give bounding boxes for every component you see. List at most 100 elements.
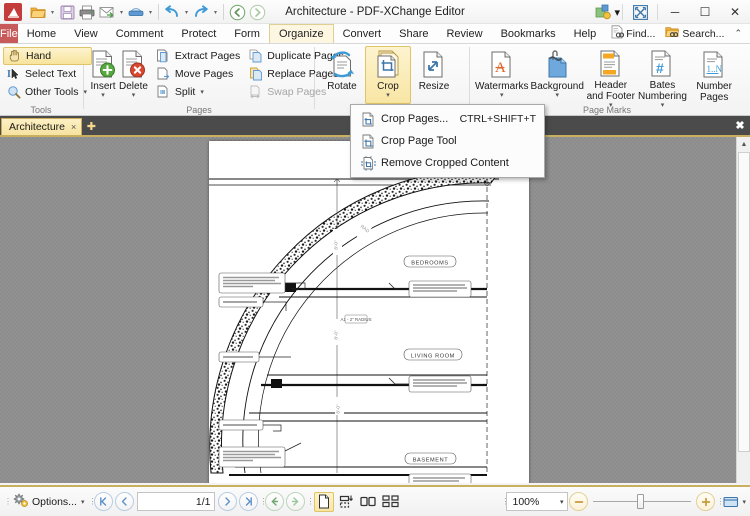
insert-page-icon	[89, 49, 117, 79]
plugins-icon[interactable]	[592, 2, 614, 22]
menu-item-bookmarks[interactable]: Bookmarks	[492, 24, 565, 43]
menu-item-help[interactable]: Help	[565, 24, 606, 43]
background-caret[interactable]: ▾	[555, 92, 559, 99]
page-number-input[interactable]: 1/1	[137, 492, 216, 511]
fit-page-caret[interactable]: ▾	[742, 498, 746, 506]
extract-pages-item[interactable]: Extract Pages	[153, 47, 245, 65]
close-document-button[interactable]: ✖	[730, 116, 750, 135]
menu-item-file[interactable]: File	[0, 24, 18, 43]
find-button[interactable]: Find...	[605, 25, 660, 42]
menu-item-convert[interactable]: Convert	[334, 24, 391, 43]
menu-item-form[interactable]: Form	[225, 24, 269, 43]
new-tab-button[interactable]: ✚	[82, 118, 100, 135]
gear-icon	[13, 493, 29, 511]
title-bar: ▾ ▾ ▾ ▾ ▾ Architecture - PDF-XChange Edi…	[0, 0, 750, 24]
svg-text:8'-0": 8'-0"	[336, 404, 341, 414]
menu-item-view[interactable]: View	[65, 24, 107, 43]
zoom-level-input[interactable]: 100% ▾	[506, 492, 569, 511]
zoom-in-button[interactable]	[696, 492, 716, 511]
replace-pages-icon	[248, 67, 263, 82]
split-caret[interactable]: ▾	[200, 88, 204, 96]
menu-item-organize[interactable]: Organize	[268, 24, 334, 43]
plugins-dropdown-caret[interactable]: ▾	[614, 6, 620, 19]
fit-page-button[interactable]	[721, 492, 741, 512]
background-button[interactable]: Background ▾	[530, 46, 585, 104]
delete-pages-button[interactable]: Delete ▾	[118, 46, 149, 104]
collapse-ribbon-button[interactable]: ⌃	[729, 28, 747, 39]
maximize-button[interactable]: ☐	[690, 0, 720, 24]
watermarks-button[interactable]: A Watermarks ▾	[474, 46, 530, 104]
close-button[interactable]: ✕	[720, 0, 750, 24]
tool-hand[interactable]: Hand	[3, 47, 93, 65]
header-footer-button[interactable]: Header and Footer ▾	[585, 46, 637, 109]
prev-page-button[interactable]	[115, 492, 135, 511]
menu-item-review[interactable]: Review	[437, 24, 491, 43]
resize-icon	[420, 49, 448, 79]
callout-right-3	[408, 473, 472, 483]
split-label: Split	[174, 86, 196, 98]
toolbar-grip-2[interactable]: ⋮	[88, 492, 96, 512]
document-view-area[interactable]: BEDROOMS LIVING ROOM BASEMENT 8'-0" 8'-0…	[0, 135, 750, 483]
insert-pages-label: Insert	[90, 81, 116, 92]
continuous-scroll-view-button[interactable]	[336, 492, 356, 512]
crop-icon	[373, 49, 403, 79]
resize-button[interactable]: Resize	[411, 46, 457, 104]
callout-left-3	[218, 351, 291, 363]
scrollbar-thumb[interactable]	[738, 152, 750, 452]
last-page-button[interactable]	[239, 492, 259, 511]
svg-text:8'-0": 8'-0"	[334, 240, 339, 250]
find-label: Find...	[626, 27, 656, 40]
menu-item-protect[interactable]: Protect	[172, 24, 225, 43]
tool-other-tools[interactable]: Other Tools ▾	[3, 83, 92, 101]
crop-caret[interactable]: ▾	[386, 92, 390, 99]
zoom-dropdown-caret[interactable]: ▾	[560, 498, 564, 506]
crop-button[interactable]: Crop ▾	[365, 46, 411, 104]
menu-item-comment[interactable]: Comment	[107, 24, 173, 43]
number-pages-button[interactable]: 1..N Number Pages	[688, 46, 740, 104]
move-pages-item[interactable]: Move Pages	[153, 65, 245, 83]
insert-pages-caret[interactable]: ▾	[101, 92, 105, 99]
first-page-button[interactable]	[94, 492, 114, 511]
crop-label: Crop	[377, 81, 399, 92]
navigate-forward-button[interactable]	[286, 492, 306, 511]
duplicate-pages-icon	[248, 49, 263, 64]
bates-numbering-label: Bates Numbering	[638, 80, 687, 102]
menu-crop-page-tool[interactable]: Crop Page Tool	[351, 130, 544, 152]
two-page-continuous-view-button[interactable]	[380, 492, 400, 512]
options-caret[interactable]: ▾	[81, 498, 85, 506]
menu-remove-cropped-content[interactable]: Remove Cropped Content	[351, 152, 544, 174]
menu-item-home[interactable]: Home	[18, 24, 65, 43]
watermarks-caret[interactable]: ▾	[500, 92, 504, 99]
toolbar-grip-3[interactable]: ⋮	[259, 492, 267, 512]
vertical-scrollbar[interactable]: ▲	[736, 137, 750, 483]
zoom-slider[interactable]	[593, 492, 692, 511]
toolbar-grip-4[interactable]: ⋮	[306, 492, 314, 512]
rotate-button[interactable]: Rotate	[319, 46, 365, 104]
menu-crop-pages[interactable]: Crop Pages... CTRL+SHIFT+T	[351, 108, 544, 130]
remove-cropped-content-icon	[357, 155, 379, 171]
fullscreen-button[interactable]	[625, 0, 655, 24]
document-tab-architecture[interactable]: Architecture ×	[1, 118, 83, 135]
navigate-back-button[interactable]	[265, 492, 285, 511]
tool-select-text[interactable]: I Select Text	[3, 65, 92, 83]
next-page-button[interactable]	[218, 492, 238, 511]
menu-bar: File Home View Comment Protect Form Orga…	[0, 24, 750, 44]
background-label: Background	[530, 81, 584, 92]
options-button[interactable]: Options... ▾	[9, 492, 88, 512]
delete-pages-caret[interactable]: ▾	[132, 92, 136, 99]
bates-numbering-button[interactable]: # Bates Numbering ▾	[637, 46, 689, 109]
document-tab-close-icon[interactable]: ×	[71, 122, 76, 132]
menu-item-share[interactable]: Share	[390, 24, 437, 43]
watermarks-icon: A	[488, 49, 516, 79]
single-page-view-button[interactable]	[314, 491, 335, 512]
pdf-page[interactable]: BEDROOMS LIVING ROOM BASEMENT 8'-0" 8'-0…	[209, 141, 529, 483]
search-button[interactable]: Search...	[660, 25, 729, 42]
minimize-button[interactable]: ─	[660, 0, 690, 24]
scroll-up-arrow[interactable]: ▲	[737, 137, 750, 151]
two-page-view-button[interactable]	[358, 492, 378, 512]
zoom-slider-handle[interactable]	[637, 494, 645, 509]
insert-pages-button[interactable]: Insert ▾	[88, 46, 118, 104]
zoom-out-button[interactable]	[569, 492, 589, 511]
split-item[interactable]: Split ▾	[153, 83, 245, 101]
number-pages-label: Number Pages	[696, 81, 732, 103]
